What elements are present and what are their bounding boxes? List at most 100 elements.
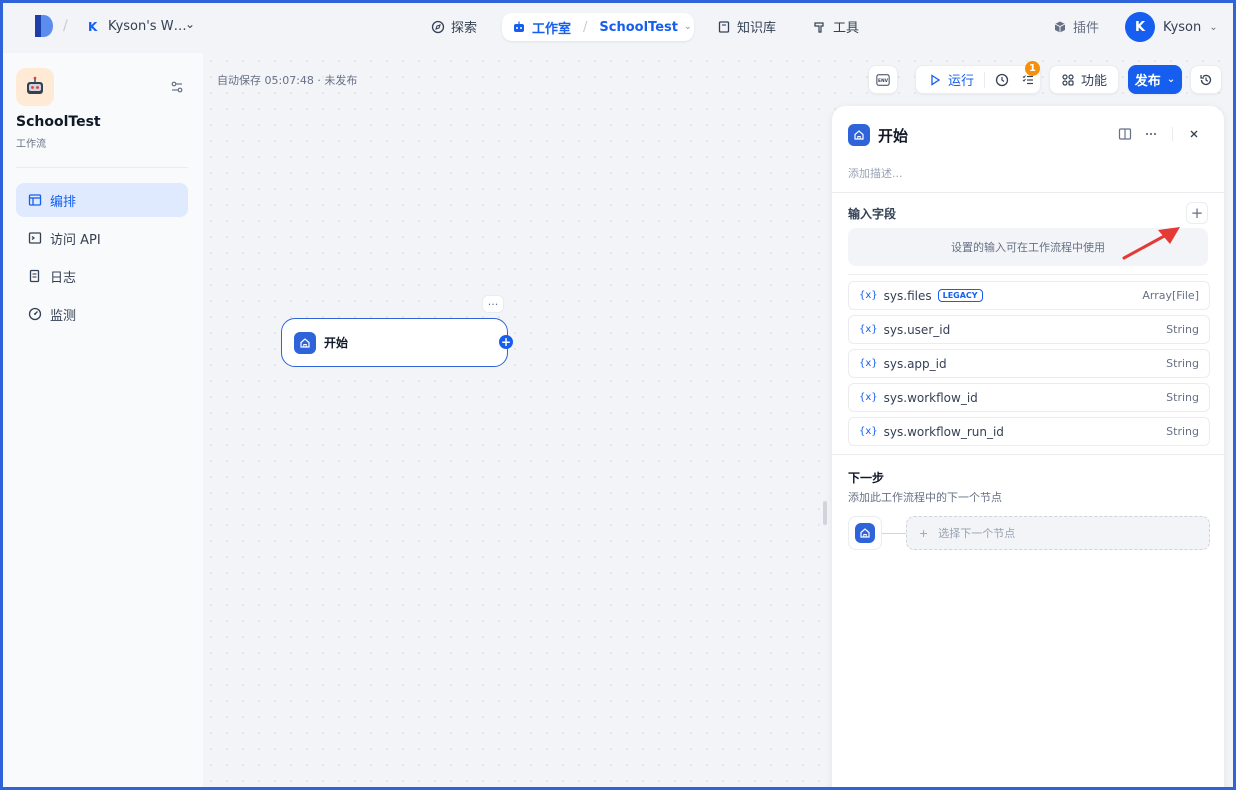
user-menu[interactable]: K Kyson ⌄ <box>1125 12 1218 42</box>
robot-icon <box>514 21 524 32</box>
variable-name: sys.files <box>883 288 932 303</box>
nav-knowledge[interactable]: 知识库 <box>717 17 776 36</box>
app-breadcrumb[interactable]: SchoolTest <box>599 20 678 35</box>
variable-icon: {x} <box>859 290 878 301</box>
env-icon: ENV <box>876 73 890 86</box>
divider <box>1172 127 1173 141</box>
close-icon[interactable] <box>1187 127 1201 141</box>
panel-resize-handle[interactable] <box>823 501 827 525</box>
workspace-initial: K <box>88 20 98 34</box>
nav-studio[interactable]: 工作室 / SchoolTest ⌄ <box>502 13 694 41</box>
add-node-handle[interactable]: + <box>499 335 513 349</box>
home-icon <box>848 124 870 146</box>
node-more-button[interactable]: ··· <box>482 295 504 313</box>
run-button[interactable]: 运行 <box>948 70 974 89</box>
app-logo-icon[interactable] <box>31 13 53 39</box>
variable-row[interactable]: {x} sys.files LEGACY Array[File] <box>848 281 1210 310</box>
divider <box>984 71 986 88</box>
plus-icon: + <box>919 526 929 540</box>
help-book-icon[interactable] <box>1118 127 1132 141</box>
variable-name: sys.app_id <box>883 356 947 371</box>
features-icon <box>1062 73 1074 86</box>
book-icon <box>718 20 730 33</box>
nav-plugins[interactable]: 插件 <box>1053 17 1099 36</box>
features-button[interactable]: 功能 <box>1049 65 1119 94</box>
workspace-switcher[interactable]: Kyson's W… <box>108 19 187 34</box>
nav-explore[interactable]: 探索 <box>431 17 477 36</box>
nav-plugins-label: 插件 <box>1073 21 1100 36</box>
app-name: SchoolTest <box>16 114 101 130</box>
workflow-canvas[interactable]: 自动保存 05:07:48 · 未发布 ENV 运行 1 功能 发布 ⌄ ··· <box>203 53 1233 787</box>
version-history-button[interactable] <box>1190 65 1222 94</box>
sidebar: SchoolTest 工作流 编排 访问 API 日志 监测 <box>3 53 203 787</box>
variable-icon: {x} <box>859 324 878 335</box>
sidebar-item-monitor[interactable]: 监测 <box>16 297 188 331</box>
variable-name: sys.user_id <box>883 322 951 337</box>
variable-type: Array[File] <box>1142 289 1199 302</box>
history-icon <box>1200 74 1212 85</box>
log-icon <box>29 269 40 283</box>
variable-icon: {x} <box>859 358 878 369</box>
variable-row[interactable]: {x} sys.workflow_run_id String <box>848 417 1210 446</box>
nav-tools-label: 工具 <box>833 21 860 36</box>
chevron-down-icon[interactable]: ⌄ <box>185 17 195 31</box>
add-input-field-button[interactable]: + <box>1186 202 1208 224</box>
layout-icon <box>28 194 42 206</box>
next-step-description: 添加此工作流程中的下一个节点 <box>848 491 1002 504</box>
features-label: 功能 <box>1080 74 1107 89</box>
variable-name: sys.workflow_id <box>883 390 978 405</box>
monitor-icon <box>28 307 42 321</box>
publish-button[interactable]: 发布 ⌄ <box>1128 65 1182 94</box>
chevron-down-icon: ⌄ <box>1209 21 1218 33</box>
nav-tools[interactable]: 工具 <box>813 17 859 36</box>
home-icon <box>294 331 316 354</box>
variable-row[interactable]: {x} sys.app_id String <box>848 349 1210 378</box>
terminal-icon <box>28 232 42 244</box>
variable-list: {x} sys.files LEGACY Array[File] {x} sys… <box>848 281 1210 451</box>
hammer-icon <box>814 21 824 33</box>
avatar: K <box>1125 12 1155 42</box>
sidebar-item-label: 日志 <box>50 270 77 286</box>
panel-header: 开始 <box>848 124 908 146</box>
sidebar-item-label: 监测 <box>50 308 77 324</box>
app-robot-icon <box>16 68 54 106</box>
nav-explore-label: 探索 <box>451 21 478 36</box>
node-title: 开始 <box>324 336 349 350</box>
side-menu: 编排 访问 API 日志 监测 <box>16 183 188 335</box>
env-button[interactable]: ENV <box>868 65 898 94</box>
divider <box>848 274 1208 275</box>
more-icon[interactable] <box>1144 127 1158 141</box>
variable-type: String <box>1166 357 1199 370</box>
sidebar-item-orchestrate[interactable]: 编排 <box>16 183 188 217</box>
cube-icon <box>1054 21 1066 32</box>
sliders-icon[interactable] <box>169 79 185 95</box>
nav-knowledge-label: 知识库 <box>737 21 777 36</box>
variable-row[interactable]: {x} sys.workflow_id String <box>848 383 1210 412</box>
sidebar-item-api[interactable]: 访问 API <box>16 221 188 255</box>
checklist-badge: 1 <box>1025 61 1040 76</box>
select-next-node-label: 选择下一个节点 <box>938 527 1016 540</box>
select-next-node-button[interactable]: + 选择下一个节点 <box>906 516 1210 550</box>
panel-actions <box>1118 127 1201 141</box>
breadcrumb-separator: / <box>583 19 588 35</box>
legacy-badge: LEGACY <box>937 289 983 302</box>
variable-icon: {x} <box>859 392 878 403</box>
autosave-status: 自动保存 05:07:48 · 未发布 <box>217 74 358 87</box>
nav-studio-label: 工作室 <box>532 21 572 37</box>
top-nav: / K Kyson's W… ⌄ 探索 工作室 / SchoolTest ⌄ 知… <box>3 3 1233 53</box>
history-run-icon[interactable] <box>995 73 1009 87</box>
panel-title[interactable]: 开始 <box>878 125 908 146</box>
node-config-panel: 开始 添加描述... 输入字段 + 设置的输入可在工作流程中使用 {x} sys… <box>832 106 1224 787</box>
publish-label: 发布 <box>1134 74 1161 89</box>
chevron-down-icon[interactable]: ⌄ <box>684 22 692 32</box>
chevron-down-icon: ⌄ <box>1166 74 1176 85</box>
run-toolbar: 运行 <box>915 65 1041 94</box>
user-name: Kyson <box>1163 19 1202 35</box>
start-node[interactable]: 开始 <box>281 318 508 367</box>
play-icon[interactable] <box>928 73 942 87</box>
variable-row[interactable]: {x} sys.user_id String <box>848 315 1210 344</box>
sidebar-item-logs[interactable]: 日志 <box>16 259 188 293</box>
variable-type: String <box>1166 323 1199 336</box>
description-input[interactable]: 添加描述... <box>848 165 903 181</box>
variable-icon: {x} <box>859 426 878 437</box>
